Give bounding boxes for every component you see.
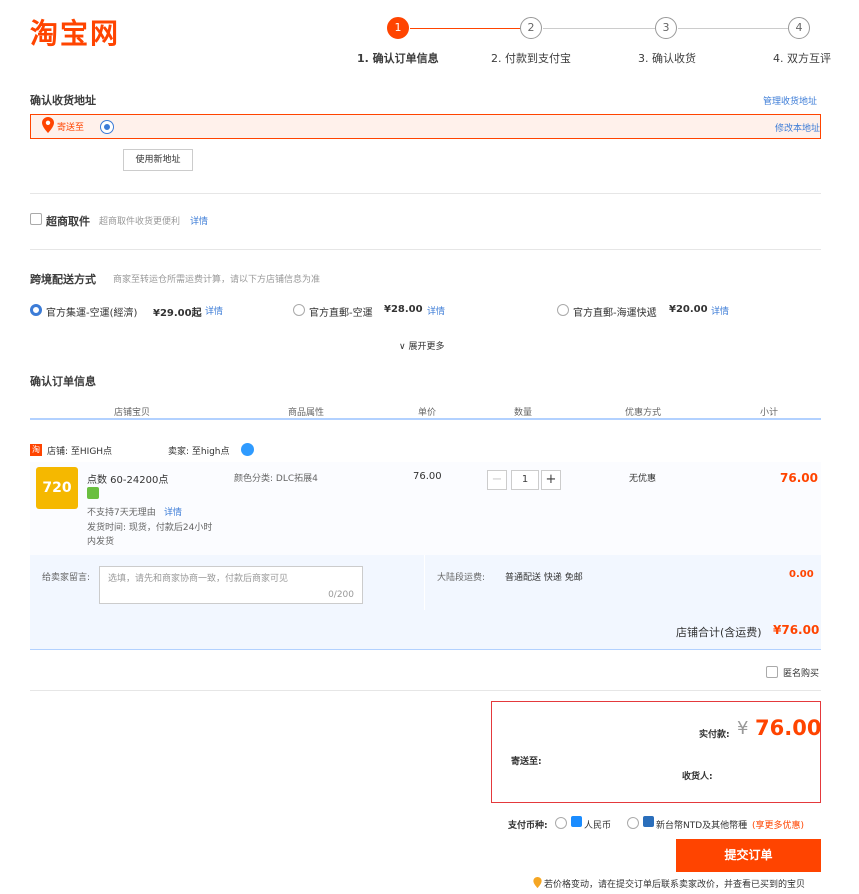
domestic-shipping-price: 0.00: [789, 569, 814, 580]
message-placeholder: 选填，请先和商家协商一致，付款后商家可见: [108, 574, 289, 584]
taobao-logo[interactable]: 淘宝网: [30, 12, 120, 52]
step-3-circle: 3: [655, 17, 677, 39]
shipping-option-detail-link[interactable]: 详情: [427, 304, 445, 317]
anonymous-checkbox[interactable]: [766, 666, 778, 678]
column-header: 数量: [514, 408, 533, 418]
shipping-section-title: 跨境配送方式: [30, 273, 96, 286]
shipping-option-price: ¥29.00起: [153, 308, 202, 319]
price-change-notice: 若价格变动，请在提交订单后联系卖家改价，并查看已买到的宝贝: [544, 880, 806, 890]
expand-more-button[interactable]: ∨ 展开更多: [399, 339, 444, 352]
column-header: 优惠方式: [625, 408, 662, 418]
domestic-shipping-value: 普通配送 快递 免邮: [505, 573, 583, 583]
step-1-label: 1. 确认订单信息: [357, 52, 439, 65]
shop-name-link[interactable]: 店铺: 至HIGH点: [47, 444, 112, 457]
column-header: 商品属性: [288, 408, 325, 418]
new-address-button[interactable]: 使用新地址: [123, 149, 193, 171]
message-char-count: 0/200: [328, 590, 354, 600]
seller-name[interactable]: 卖家: 至high点: [168, 444, 230, 457]
expand-more-label: 展开更多: [408, 342, 445, 352]
step-2-circle: 2: [520, 17, 542, 39]
shipping-option-radio[interactable]: [293, 304, 305, 316]
shipping-option-radio[interactable]: [30, 304, 42, 316]
shipping-option-label[interactable]: 官方直郵-海運快遞: [573, 304, 657, 319]
step-line-3: [678, 28, 788, 29]
divider: [424, 555, 425, 610]
bank-icon: [643, 816, 654, 827]
message-label: 给卖家留言:: [42, 573, 91, 583]
shipping-option-radio[interactable]: [557, 304, 569, 316]
item-attribute: 颜色分类: DLC拓展4: [234, 474, 318, 484]
ship-time: 发货时间: 现货，付款后24小时: [87, 523, 213, 533]
wangwang-chat-icon[interactable]: [241, 443, 254, 456]
currency-ntd-radio[interactable]: [627, 817, 639, 829]
address-section-title: 确认收货地址: [30, 94, 96, 107]
location-pin-icon: [42, 117, 54, 136]
qty-increase-button[interactable]: +: [541, 470, 561, 490]
step-4-label: 4. 双方互评: [773, 52, 831, 65]
column-header: 单价: [418, 408, 437, 418]
guarantee-badge-icon: [87, 487, 99, 499]
alipay-icon: [571, 816, 582, 827]
shop-total-label: 店铺合计(含运费): [676, 626, 762, 639]
address-radio-icon[interactable]: [101, 121, 113, 133]
currency-rmb-label[interactable]: 人民币: [584, 818, 611, 831]
shipping-desc: 商家至转运仓所需运费计算，请以下方店铺信息为准: [113, 275, 321, 285]
receiver-label: 收货人:: [682, 772, 713, 782]
shipping-option-detail-link[interactable]: 详情: [205, 304, 223, 317]
step-1-circle: 1: [387, 17, 409, 39]
more-discount-link[interactable]: (享更多优惠): [752, 818, 804, 831]
no-return-detail-link[interactable]: 详情: [164, 505, 182, 518]
item-subtotal: 76.00: [780, 471, 818, 485]
divider: [30, 193, 821, 194]
shipping-option-label[interactable]: 官方直郵-空運: [309, 304, 373, 319]
unit-price: 76.00: [413, 471, 442, 482]
pickup-detail-link[interactable]: 详情: [190, 214, 208, 227]
item-thumbnail[interactable]: 720: [36, 467, 78, 509]
step-line-2: [543, 28, 655, 29]
shipping-option-price: ¥28.00: [384, 304, 423, 315]
edit-address-link[interactable]: 修改本地址: [775, 121, 820, 134]
item-name-link[interactable]: 点数 60-24200点: [87, 471, 168, 486]
step-2-label: 2. 付款到支付宝: [491, 52, 571, 65]
ship-to-label: 寄送至: [57, 123, 85, 133]
actual-payment-value: 76.00: [755, 716, 822, 740]
divider: [30, 690, 821, 691]
table-header-underline: [30, 418, 821, 420]
submit-order-button[interactable]: 提交订单: [676, 839, 821, 872]
order-section-title: 确认订单信息: [30, 375, 96, 388]
pickup-label: 超商取件: [46, 215, 90, 228]
currency-symbol: ¥: [737, 718, 749, 739]
notice-pin-icon: [533, 877, 542, 891]
message-textarea[interactable]: 选填，请先和商家协商一致，付款后商家可见 0/200: [99, 566, 363, 604]
actual-payment-label: 实付款:: [699, 730, 730, 740]
step-3-label: 3. 确认收货: [638, 52, 696, 65]
step-line-1: [410, 28, 520, 29]
shipping-option-label[interactable]: 官方集運-空運(經濟): [46, 304, 137, 319]
anonymous-label: 匿名购买: [783, 669, 820, 679]
currency-ntd-label[interactable]: 新台幣NTD及其他幣種: [656, 818, 747, 831]
tmall-shop-icon: 淘: [30, 444, 42, 456]
summary-ship-to-label: 寄送至:: [511, 757, 542, 767]
manage-address-link[interactable]: 管理收货地址: [763, 94, 817, 107]
currency-title: 支付币种:: [508, 821, 548, 831]
shop-total-value: ¥76.00: [773, 623, 820, 637]
address-bar[interactable]: [30, 114, 821, 139]
divider: [30, 249, 821, 250]
step-4-circle: 4: [788, 17, 810, 39]
domestic-shipping-label: 大陆段运费:: [437, 573, 486, 583]
shipping-option-detail-link[interactable]: 详情: [711, 304, 729, 317]
pickup-desc: 超商取件收货更便利: [99, 217, 181, 227]
no-return-label: 不支持7天无理由: [87, 508, 156, 518]
shipping-option-price: ¥20.00: [669, 304, 708, 315]
discount-method: 无优惠: [629, 474, 657, 484]
qty-decrease-button[interactable]: −: [487, 470, 507, 490]
pickup-checkbox[interactable]: [30, 213, 42, 225]
column-header: 小计: [760, 408, 779, 418]
qty-input[interactable]: 1: [511, 470, 539, 490]
currency-rmb-radio[interactable]: [555, 817, 567, 829]
ship-time-cont: 内发货: [87, 537, 115, 547]
column-header: 店铺宝贝: [114, 408, 151, 418]
